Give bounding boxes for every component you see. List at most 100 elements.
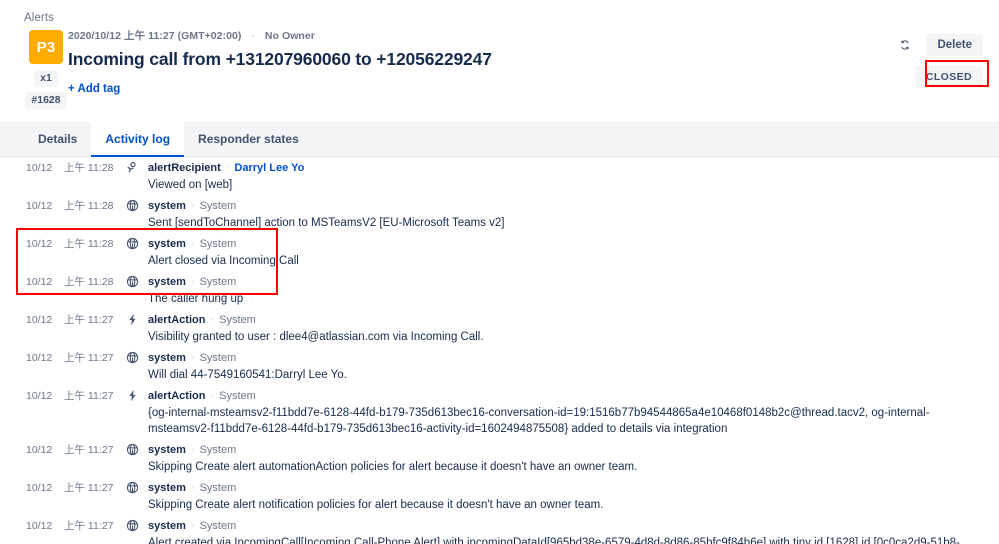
activity-log-row: 10/12 上午 11:27 system · System Will dial 44-7… bbox=[0, 348, 999, 386]
log-message: Visibility granted to user : dlee4@atlas… bbox=[148, 331, 484, 343]
log-user: System bbox=[199, 238, 237, 250]
globe-system-icon bbox=[126, 236, 148, 250]
log-time: 上午 11:27 bbox=[64, 444, 114, 456]
log-user: System bbox=[199, 482, 237, 494]
log-head: alertAction · System bbox=[148, 388, 973, 404]
log-date: 10/12 bbox=[26, 520, 53, 532]
log-time: 上午 11:28 bbox=[64, 276, 114, 288]
log-time: 上午 11:27 bbox=[64, 482, 114, 494]
globe-system-icon bbox=[126, 350, 148, 364]
log-time: 上午 11:27 bbox=[64, 390, 114, 402]
log-separator: · bbox=[190, 276, 195, 288]
alert-id-pill: #1628 bbox=[25, 92, 67, 109]
log-date: 10/12 bbox=[26, 482, 53, 494]
log-time: 上午 11:28 bbox=[64, 238, 114, 250]
log-date: 10/12 bbox=[26, 352, 53, 364]
alert-count-pill: x1 bbox=[34, 70, 58, 87]
log-time: 上午 11:27 bbox=[64, 520, 114, 532]
log-user: System bbox=[219, 390, 256, 402]
activity-log-row: 10/12 上午 11:27 alertAction · System {og-inter… bbox=[0, 386, 999, 440]
breadcrumb[interactable]: Alerts bbox=[24, 12, 54, 24]
tab-activity-log[interactable]: Activity log bbox=[91, 122, 185, 157]
alert-owner: No Owner bbox=[264, 30, 315, 42]
log-head: system · System bbox=[148, 236, 973, 252]
log-separator: · bbox=[190, 200, 195, 212]
log-actor: alertAction bbox=[148, 390, 206, 402]
lightning-action-icon bbox=[126, 312, 148, 326]
alert-header: P3 x1 #1628 2020/10/12 上午 11:27 (GMT+02:… bbox=[0, 28, 999, 120]
log-head: system · System bbox=[148, 274, 973, 290]
status-badge[interactable]: CLOSED bbox=[914, 66, 983, 88]
log-actor: system bbox=[148, 200, 186, 212]
log-user-link[interactable]: Darryl Lee Yo bbox=[234, 162, 304, 174]
log-body: system · System Sent [sendToChannel] action… bbox=[148, 198, 999, 231]
log-separator: · bbox=[190, 238, 195, 250]
activity-log-row: 10/12 上午 11:28 system · System Alert closed v… bbox=[0, 234, 999, 272]
log-message: Will dial 44-7549160541:Darryl Lee Yo. bbox=[148, 369, 347, 381]
log-date: 10/12 bbox=[26, 238, 53, 250]
user-viewed-icon bbox=[126, 160, 148, 174]
log-separator: · bbox=[190, 444, 195, 456]
activity-log-row: 10/12 上午 11:28 alertRecipient · Darryl Lee Y… bbox=[0, 158, 999, 196]
log-message: Skipping Create alert automationAction p… bbox=[148, 461, 638, 473]
log-message: Alert created via IncomingCall[Incoming … bbox=[148, 537, 960, 544]
log-message: Skipping Create alert notification polic… bbox=[148, 499, 604, 511]
log-body: alertAction · System Visibility granted to … bbox=[148, 312, 999, 345]
log-actor: alertAction bbox=[148, 314, 206, 326]
activity-log-row: 10/12 上午 11:28 system · System Sent [sendToCh… bbox=[0, 196, 999, 234]
tab-responder-states[interactable]: Responder states bbox=[184, 122, 313, 157]
log-actor: system bbox=[148, 520, 186, 532]
header-actions: Delete bbox=[894, 34, 983, 56]
globe-system-icon bbox=[126, 198, 148, 212]
log-head: system · System bbox=[148, 442, 973, 458]
page-title: Incoming call from +131207960060 to +120… bbox=[68, 49, 492, 69]
log-time: 上午 11:27 bbox=[64, 314, 114, 326]
activity-log-list: 10/12 上午 11:28 alertRecipient · Darryl Lee Y… bbox=[0, 158, 999, 544]
activity-log-row: 10/12 上午 11:28 system · System The caller hun… bbox=[0, 272, 999, 310]
log-user: System bbox=[219, 314, 256, 326]
log-time: 上午 11:27 bbox=[64, 352, 114, 364]
globe-system-icon bbox=[126, 480, 148, 494]
log-actor: alertRecipient bbox=[148, 162, 221, 174]
log-message: Viewed on [web] bbox=[148, 179, 233, 191]
log-separator: · bbox=[210, 314, 215, 326]
log-head: alertAction · System bbox=[148, 312, 973, 328]
log-user: System bbox=[199, 276, 237, 288]
lightning-action-icon bbox=[126, 388, 148, 402]
alert-header-main: 2020/10/12 上午 11:27 (GMT+02:00) · No Own… bbox=[68, 28, 869, 97]
log-date: 10/12 bbox=[26, 276, 53, 288]
log-body: system · System Alert closed via Incoming C… bbox=[148, 236, 999, 269]
log-date: 10/12 bbox=[26, 314, 53, 326]
log-body: system · System Skipping Create alert autom… bbox=[148, 442, 999, 475]
add-tag-button[interactable]: + Add tag bbox=[68, 83, 120, 95]
globe-system-icon bbox=[126, 442, 148, 456]
log-user: System bbox=[199, 352, 237, 364]
tabs: Details Activity log Responder states bbox=[24, 122, 313, 157]
delete-button[interactable]: Delete bbox=[926, 34, 983, 56]
log-message: {og-internal-msteamsv2-f11bdd7e-6128-44f… bbox=[148, 407, 930, 435]
log-actor: system bbox=[148, 238, 186, 250]
log-user: System bbox=[199, 444, 237, 456]
log-actor: system bbox=[148, 444, 186, 456]
log-date: 10/12 bbox=[26, 200, 53, 212]
log-body: alertRecipient · Darryl Lee Yo Viewed on [w… bbox=[148, 160, 999, 193]
alert-timestamp: 2020/10/12 上午 11:27 (GMT+02:00) bbox=[68, 30, 242, 42]
log-message: Alert closed via Incoming Call bbox=[148, 255, 299, 267]
activity-log-row: 10/12 上午 11:27 system · System Skipping Creat… bbox=[0, 440, 999, 478]
log-user: System bbox=[199, 200, 237, 212]
log-time: 上午 11:28 bbox=[64, 200, 114, 212]
refresh-icon[interactable] bbox=[894, 34, 916, 56]
log-head: system · System bbox=[148, 198, 973, 214]
priority-column: P3 x1 #1628 bbox=[24, 30, 68, 109]
log-actor: system bbox=[148, 352, 186, 364]
log-message: Sent [sendToChannel] action to MSTeamsV2… bbox=[148, 217, 505, 229]
priority-badge: P3 bbox=[29, 30, 63, 64]
globe-system-icon bbox=[126, 274, 148, 288]
tab-details[interactable]: Details bbox=[24, 122, 91, 157]
log-body: alertAction · System {og-internal-msteamsv2… bbox=[148, 388, 999, 437]
log-head: system · System bbox=[148, 518, 973, 534]
log-head: alertRecipient · Darryl Lee Yo bbox=[148, 160, 973, 176]
log-date: 10/12 bbox=[26, 162, 53, 174]
log-separator: · bbox=[210, 390, 215, 402]
log-separator: · bbox=[225, 162, 230, 174]
